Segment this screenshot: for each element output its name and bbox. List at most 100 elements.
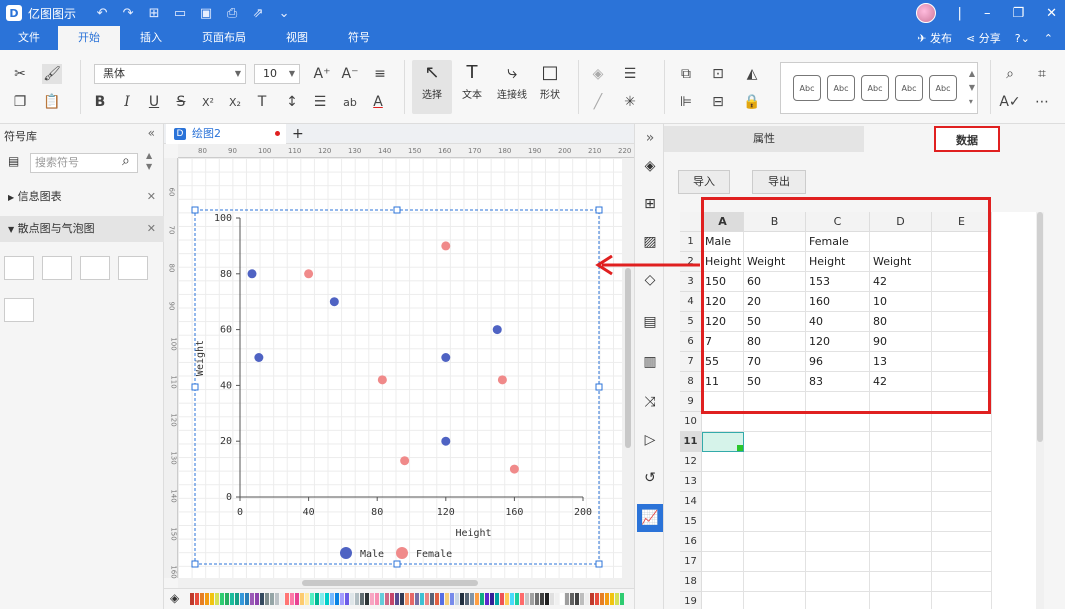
menu-tab-page-layout[interactable]: 页面布局 — [182, 26, 266, 50]
row-header[interactable]: 7 — [680, 352, 702, 372]
style-preset-4[interactable]: Abc — [895, 75, 923, 101]
table-cell[interactable]: Height — [806, 252, 870, 272]
table-cell[interactable] — [932, 452, 992, 472]
paint-bucket-icon[interactable]: ◈ — [170, 591, 179, 605]
font-color-icon[interactable]: A — [368, 92, 388, 112]
selection-handle[interactable] — [595, 383, 603, 391]
color-swatch[interactable] — [230, 593, 234, 605]
table-cell[interactable] — [806, 552, 870, 572]
row-header[interactable]: 16 — [680, 532, 702, 552]
close-category-icon[interactable]: ✕ — [147, 216, 156, 242]
table-cell[interactable] — [870, 412, 932, 432]
color-swatch[interactable] — [605, 593, 609, 605]
color-swatch[interactable] — [430, 593, 434, 605]
category-scatter-bubble[interactable]: ▼ 散点图与气泡图 ✕ — [0, 216, 164, 242]
arrange-icon[interactable]: ⧉ — [676, 64, 696, 84]
color-swatch[interactable] — [220, 593, 224, 605]
table-cell[interactable] — [702, 452, 744, 472]
table-cell[interactable] — [932, 312, 992, 332]
fill-handle[interactable] — [737, 445, 743, 451]
bullet-list-icon[interactable]: ☰ — [310, 92, 330, 112]
menu-tab-insert[interactable]: 插入 — [120, 26, 182, 50]
table-cell[interactable] — [806, 512, 870, 532]
selection-handle[interactable] — [595, 560, 603, 568]
table-cell[interactable] — [932, 512, 992, 532]
table-cell[interactable] — [702, 532, 744, 552]
font-size-select[interactable]: 10 ▼ — [254, 64, 300, 84]
column-header[interactable]: B — [744, 212, 806, 232]
table-cell[interactable]: 160 — [806, 292, 870, 312]
line-style-icon[interactable]: ☰ — [620, 64, 640, 84]
color-swatch[interactable] — [390, 593, 394, 605]
table-cell[interactable]: 50 — [744, 372, 806, 392]
table-cell[interactable] — [870, 592, 932, 609]
table-cell[interactable] — [932, 472, 992, 492]
table-cell[interactable] — [870, 452, 932, 472]
style-preset-2[interactable]: Abc — [827, 75, 855, 101]
color-swatch[interactable] — [250, 593, 254, 605]
table-cell[interactable] — [932, 572, 992, 592]
table-cell[interactable]: 50 — [744, 312, 806, 332]
underline-icon[interactable]: U — [144, 92, 164, 112]
data-spreadsheet[interactable]: A B C D E 1 Male Female 2 Height Weight Height Weigh… — [680, 212, 1036, 609]
format-painter-icon[interactable]: 🖌 — [42, 64, 62, 84]
paste-icon[interactable]: 📋 — [42, 92, 62, 112]
table-cell[interactable] — [870, 572, 932, 592]
scatter-thumbnail-2[interactable] — [42, 256, 72, 280]
help-button[interactable]: ?⌄ — [1015, 32, 1030, 45]
add-tab-button[interactable]: + — [292, 124, 304, 144]
color-swatch[interactable] — [370, 593, 374, 605]
tab-properties[interactable]: 属性 — [664, 126, 864, 152]
table-cell[interactable]: 42 — [870, 372, 932, 392]
color-swatch[interactable] — [510, 593, 514, 605]
table-cell[interactable] — [806, 532, 870, 552]
scatter-thumbnail-5[interactable] — [4, 298, 34, 322]
group-icon[interactable]: ⊡ — [708, 64, 728, 84]
table-cell[interactable] — [744, 232, 806, 252]
style-preset-1[interactable]: Abc — [793, 75, 821, 101]
table-cell[interactable] — [932, 272, 992, 292]
color-swatch[interactable] — [415, 593, 419, 605]
row-header[interactable]: 17 — [680, 552, 702, 572]
table-cell[interactable] — [932, 552, 992, 572]
history-icon[interactable]: ↺ — [640, 468, 660, 488]
color-swatch[interactable] — [330, 593, 334, 605]
avatar[interactable] — [915, 3, 936, 23]
row-header[interactable]: 18 — [680, 572, 702, 592]
row-header[interactable]: 8 — [680, 372, 702, 392]
distribute-icon[interactable]: ⊟ — [708, 92, 728, 112]
table-cell[interactable] — [744, 432, 806, 452]
menu-tab-home[interactable]: 开始 — [58, 26, 120, 50]
color-swatch[interactable] — [455, 593, 459, 605]
table-cell[interactable] — [702, 552, 744, 572]
table-cell[interactable]: 83 — [806, 372, 870, 392]
table-cell[interactable] — [932, 432, 992, 452]
presentation-icon[interactable]: ▷ — [640, 430, 660, 450]
color-swatch[interactable] — [210, 593, 214, 605]
color-swatch[interactable] — [615, 593, 619, 605]
table-cell[interactable] — [932, 492, 992, 512]
color-swatch[interactable] — [205, 593, 209, 605]
selection-handle[interactable] — [191, 383, 199, 391]
table-cell[interactable]: 60 — [744, 272, 806, 292]
export-button[interactable]: 导出 — [752, 170, 806, 194]
table-cell[interactable]: 80 — [870, 312, 932, 332]
color-swatch[interactable] — [480, 593, 484, 605]
color-swatch[interactable] — [310, 593, 314, 605]
data-point-female[interactable] — [441, 241, 451, 251]
sheet-corner[interactable] — [680, 212, 702, 232]
table-cell[interactable]: 40 — [806, 312, 870, 332]
column-header[interactable]: C — [806, 212, 870, 232]
sheet-vertical-scrollbar[interactable] — [1036, 212, 1044, 609]
table-cell[interactable] — [932, 232, 992, 252]
redo-icon[interactable]: ↷ — [120, 6, 136, 21]
outline-icon[interactable]: ▥ — [640, 352, 660, 372]
lock-icon[interactable]: 🔒 — [742, 92, 762, 112]
category-infographics[interactable]: ▶ 信息图表 ✕ — [0, 184, 164, 210]
table-cell[interactable] — [870, 492, 932, 512]
save-icon[interactable]: ▣ — [198, 6, 214, 21]
table-cell[interactable]: 42 — [870, 272, 932, 292]
export-icon[interactable]: ⇗ — [250, 6, 266, 21]
table-cell[interactable] — [932, 412, 992, 432]
color-swatch[interactable] — [535, 593, 539, 605]
